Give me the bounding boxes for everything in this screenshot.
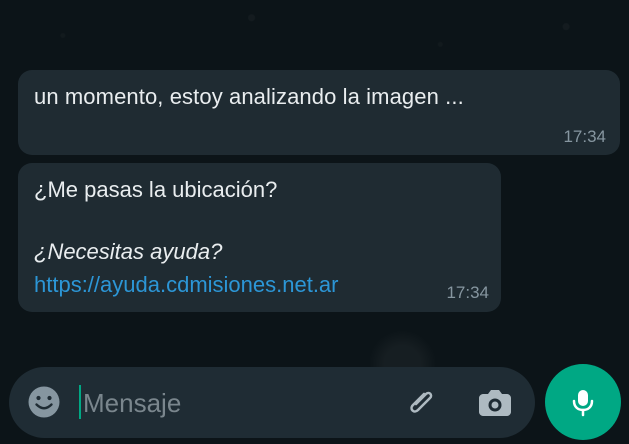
message-question: ¿Me pasas la ubicación?: [34, 177, 278, 202]
chat-area: un momento, estoy analizando la imagen .…: [0, 0, 629, 360]
mic-icon: [572, 390, 594, 417]
message-input[interactable]: [79, 378, 385, 428]
incoming-message-bubble[interactable]: ¿Me pasas la ubicación? ¿Necesitas ayuda…: [18, 163, 501, 312]
incoming-message-bubble[interactable]: un momento, estoy analizando la imagen .…: [18, 70, 620, 155]
mic-button[interactable]: [545, 364, 621, 440]
message-time: 17:34: [563, 127, 606, 146]
message-time: 17:34: [446, 283, 489, 302]
camera-icon[interactable]: [477, 386, 513, 418]
message-help-text: ¿Necesitas ayuda?: [34, 239, 223, 264]
attach-icon[interactable]: [404, 384, 440, 420]
help-link[interactable]: https://ayuda.cdmisiones.net.ar: [34, 272, 339, 298]
message-composer: [9, 367, 535, 438]
emoji-icon[interactable]: [27, 385, 61, 419]
message-text: un momento, estoy analizando la imagen .…: [34, 84, 464, 109]
